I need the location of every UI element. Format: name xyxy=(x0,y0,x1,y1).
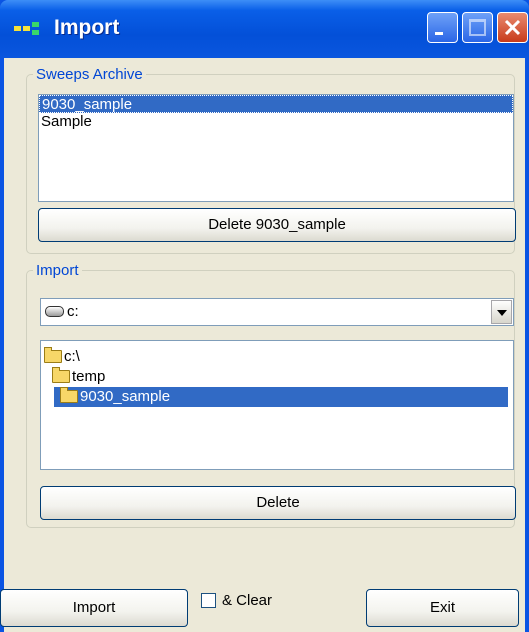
sweeps-archive-list[interactable]: 9030_sample Sample xyxy=(38,94,514,202)
delete-folder-button[interactable]: Delete xyxy=(40,486,516,520)
sweeps-archive-legend: Sweeps Archive xyxy=(36,66,143,83)
folder-tree[interactable]: c:\ temp 9030_sample xyxy=(40,340,514,470)
close-icon xyxy=(504,19,521,36)
tree-item[interactable]: c:\ xyxy=(44,347,80,367)
chevron-down-icon[interactable] xyxy=(491,300,512,324)
clear-checkbox-label: & Clear xyxy=(222,592,273,609)
exit-button[interactable]: Exit xyxy=(366,589,519,627)
list-item[interactable]: 9030_sample xyxy=(39,95,513,113)
delete-archive-button[interactable]: Delete 9030_sample xyxy=(38,208,516,242)
minimize-button[interactable] xyxy=(427,12,458,43)
open-folder-icon xyxy=(44,347,62,363)
app-icon xyxy=(14,22,40,36)
maximize-button[interactable] xyxy=(462,12,493,43)
import-window: Import Sweeps Archive 9030_sample Sample… xyxy=(0,0,529,632)
tree-item-label: c:\ xyxy=(64,348,80,365)
import-button[interactable]: Import xyxy=(0,589,188,627)
tree-item-label: temp xyxy=(72,368,106,385)
import-legend: Import xyxy=(36,262,79,279)
list-item[interactable]: Sample xyxy=(39,113,513,131)
window-client-area: Sweeps Archive 9030_sample Sample Delete… xyxy=(0,58,525,632)
folder-icon xyxy=(60,387,78,403)
tree-item-label: 9030_sample xyxy=(80,388,171,405)
drive-combo[interactable]: c: xyxy=(40,298,514,326)
tree-item[interactable]: 9030_sample xyxy=(54,387,508,407)
window-title: Import xyxy=(54,16,120,39)
maximize-icon xyxy=(469,19,486,36)
tree-item[interactable]: temp xyxy=(52,367,105,387)
drive-icon xyxy=(45,306,64,317)
title-bar[interactable]: Import xyxy=(0,0,529,58)
clear-checkbox[interactable] xyxy=(201,593,216,608)
close-button[interactable] xyxy=(497,12,528,43)
open-folder-icon xyxy=(52,367,70,383)
drive-combo-value: c: xyxy=(67,303,79,320)
minimize-icon xyxy=(435,32,443,35)
